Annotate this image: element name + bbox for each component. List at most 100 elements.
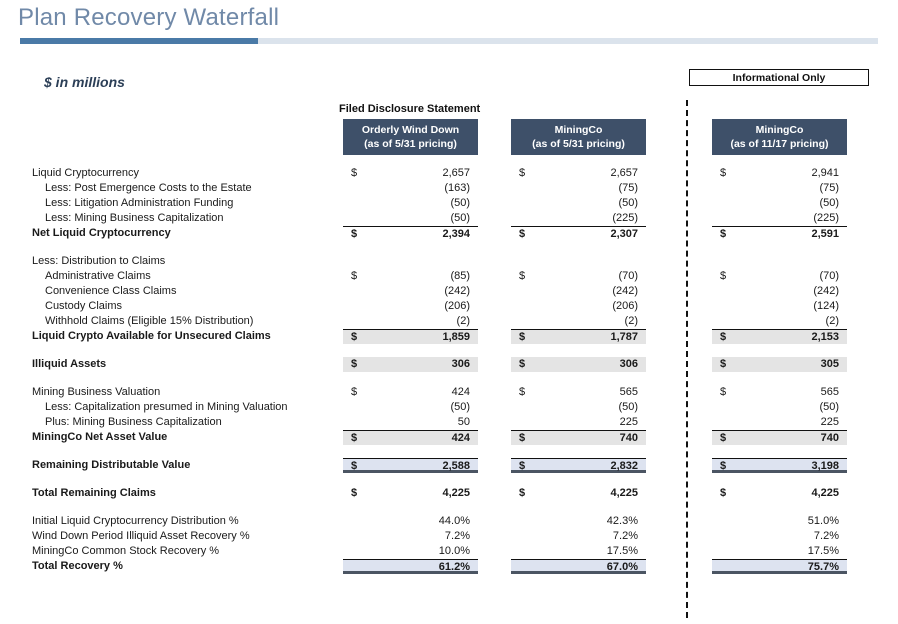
row-label: Less: Litigation Administration Funding	[45, 197, 234, 209]
row-label: Wind Down Period Illiquid Asset Recovery…	[32, 530, 250, 542]
table-cell: (75)	[511, 181, 646, 196]
cell-value: 2,307	[610, 228, 638, 240]
table-cell: 61.2%	[343, 559, 478, 574]
table-cell: (225)	[712, 211, 847, 226]
cell-value: 2,591	[811, 228, 839, 240]
row-label: Convenience Class Claims	[45, 285, 177, 297]
table-row: Total Recovery % 61.2% 67.0% 75.7%	[0, 559, 898, 574]
currency-symbol: $	[519, 167, 526, 179]
table-cell: 225	[712, 415, 847, 430]
cell-value: 2,657	[610, 167, 638, 179]
filed-disclosure-statement-label: Filed Disclosure Statement	[339, 103, 481, 115]
table-cell: (163)	[343, 181, 478, 196]
table-cell: $2,941	[712, 166, 847, 181]
table-cell: $ (70)	[712, 269, 847, 284]
table-row: Total Remaining Claims $4,225 $4,225 $4,225	[0, 486, 898, 501]
table-cell: (124)	[712, 299, 847, 314]
cell-value: 2,941	[811, 167, 839, 179]
table-cell: (2)	[343, 314, 478, 329]
table-cell: (50)	[511, 196, 646, 211]
table-cell: $3,198	[712, 458, 847, 473]
cell-value: 7.2%	[444, 530, 470, 542]
table-cell: (50)	[343, 400, 478, 415]
cell-value: 306	[619, 358, 638, 370]
cell-value: (70)	[819, 270, 839, 282]
column-header-line1: Orderly Wind Down	[361, 124, 460, 136]
cell-value: (2)	[624, 315, 638, 327]
cell-value: 4,225	[811, 487, 839, 499]
column-header-line1: MiningCo	[755, 124, 804, 136]
table-cell: 75.7%	[712, 559, 847, 574]
currency-symbol: $	[519, 228, 526, 240]
cell-value: (2)	[456, 315, 470, 327]
currency-symbol: $	[519, 331, 526, 343]
table-cell: (242)	[511, 284, 646, 299]
cell-value: 50	[457, 416, 470, 428]
row-label: MiningCo Net Asset Value	[32, 431, 168, 443]
currency-symbol: $	[351, 386, 358, 398]
cell-value: (50)	[618, 197, 638, 209]
table-cell: $2,394	[343, 226, 478, 241]
row-label: Liquid Crypto Available for Unsecured Cl…	[32, 330, 271, 342]
table-row: Less: Capitalization presumed in Mining …	[0, 400, 898, 415]
cell-value: (50)	[819, 197, 839, 209]
table-cell: $424	[343, 430, 478, 445]
table-row: Liquid Crypto Available for Unsecured Cl…	[0, 329, 898, 344]
cell-value: (225)	[612, 212, 638, 224]
cell-value: 17.5%	[807, 545, 839, 557]
title-rule-dark-segment	[20, 38, 258, 44]
currency-symbol: $	[519, 432, 526, 444]
table-spacer-row	[0, 241, 898, 254]
column-header-line2: (as of 5/31 pricing)	[532, 138, 625, 150]
currency-symbol: $	[351, 331, 358, 343]
cell-value: 4,225	[442, 487, 470, 499]
cell-value: 1,859	[442, 331, 470, 343]
row-label: Administrative Claims	[45, 270, 151, 282]
cell-value: 225	[820, 416, 839, 428]
table-row: Mining Business Valuation $424 $565 $565	[0, 385, 898, 400]
currency-symbol: $	[351, 358, 358, 370]
column-header-line1: MiningCo	[554, 124, 603, 136]
table-cell: $565	[511, 385, 646, 400]
cell-value: 225	[619, 416, 638, 428]
cell-value: 740	[619, 432, 638, 444]
table-cell: $2,657	[511, 166, 646, 181]
table-spacer-row	[0, 344, 898, 357]
table-row: Less: Mining Business Capitalization (50)…	[0, 211, 898, 226]
table-cell: 50	[343, 415, 478, 430]
cell-value: 4,225	[610, 487, 638, 499]
table-cell: (225)	[511, 211, 646, 226]
table-row: Plus: Mining Business Capitalization 50 22…	[0, 415, 898, 430]
row-label: Less: Post Emergence Costs to the Estate	[45, 182, 252, 194]
cell-value: 3,198	[811, 460, 839, 472]
table-cell: 44.0%	[343, 514, 478, 529]
cell-value: 1,787	[610, 331, 638, 343]
currency-symbol: $	[351, 167, 358, 179]
currency-symbol: $	[351, 228, 358, 240]
table-row: Convenience Class Claims (242) (242) (242)	[0, 284, 898, 299]
table-cell: 17.5%	[712, 544, 847, 559]
cell-value: (242)	[444, 285, 470, 297]
table-row: Withhold Claims (Eligible 15% Distributi…	[0, 314, 898, 329]
table-cell: (242)	[343, 284, 478, 299]
table-row: Administrative Claims $ (85) $ (70) $ (70)	[0, 269, 898, 284]
currency-symbol: $	[720, 331, 727, 343]
cell-value: 44.0%	[438, 515, 470, 527]
table-cell: (75)	[712, 181, 847, 196]
table-cell: $1,787	[511, 329, 646, 344]
table-spacer-row	[0, 372, 898, 385]
cell-value: 2,153	[811, 331, 839, 343]
cell-value: (75)	[819, 182, 839, 194]
currency-symbol: $	[720, 386, 727, 398]
table-row: Custody Claims (206) (206) (124)	[0, 299, 898, 314]
row-label: Mining Business Valuation	[32, 386, 161, 398]
currency-symbol: $	[351, 460, 358, 472]
currency-symbol: $	[720, 487, 727, 499]
row-label: Remaining Distributable Value	[32, 459, 191, 471]
column-header-miningco-1117: MiningCo (as of 11/17 pricing)	[712, 119, 847, 155]
table-cell: 10.0%	[343, 544, 478, 559]
cell-value: (124)	[813, 300, 839, 312]
table-cell: 7.2%	[712, 529, 847, 544]
cell-value: 306	[451, 358, 470, 370]
cell-value: 2,588	[442, 460, 470, 472]
